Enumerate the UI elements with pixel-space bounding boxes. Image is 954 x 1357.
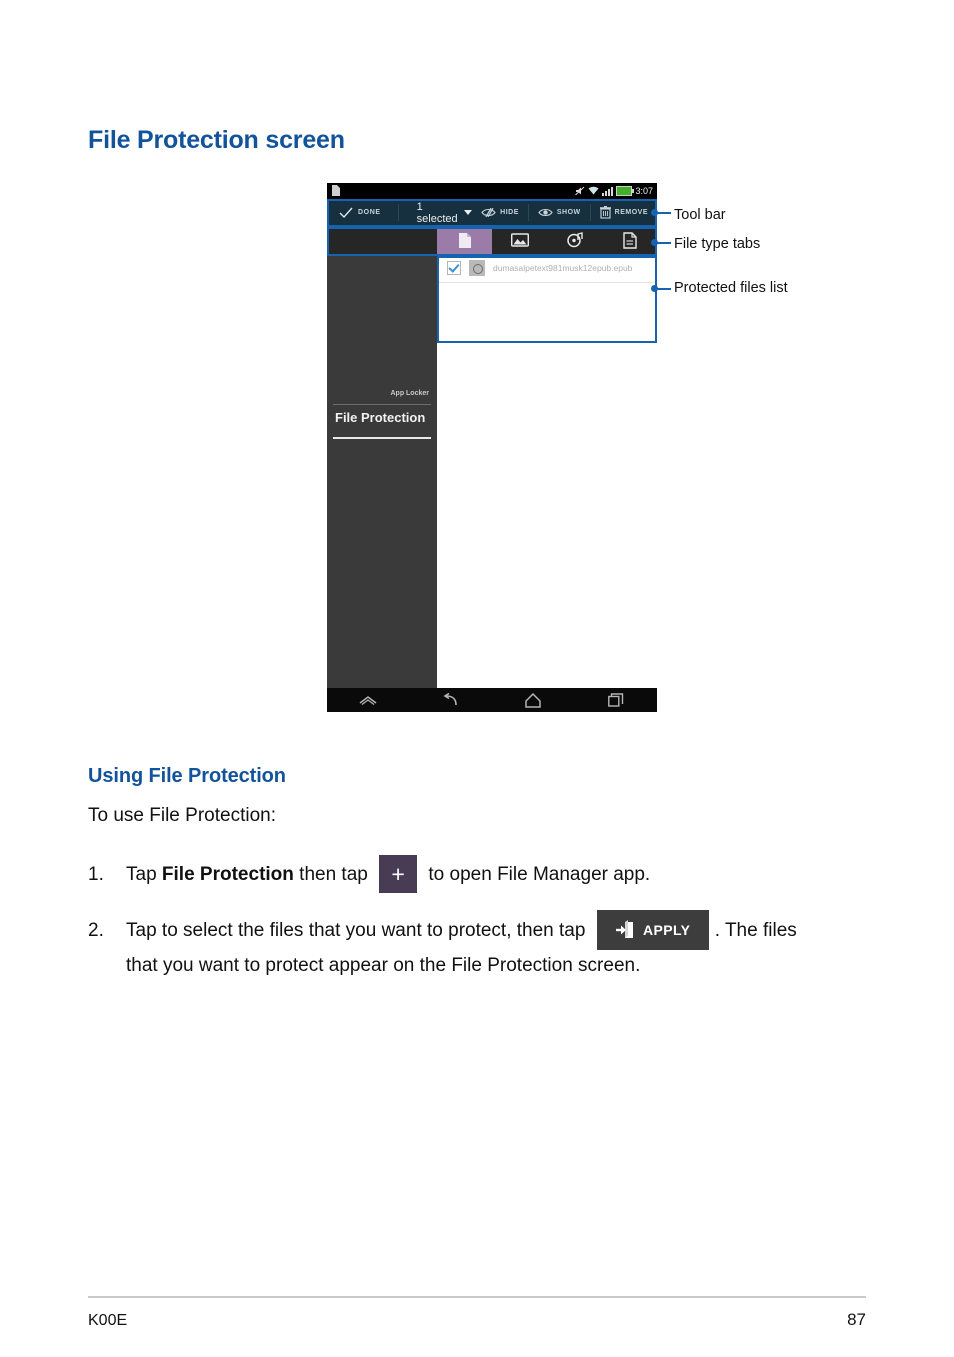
- step-2-text-before: Tap to select the files that you want to…: [126, 920, 591, 941]
- remove-label: REMOVE: [614, 209, 648, 216]
- home-button[interactable]: [492, 692, 575, 708]
- wifi-icon: [588, 186, 599, 195]
- tablet-toolbar: DONE 1 selected HIDE SHOW REMOVE: [327, 199, 657, 226]
- mute-icon: [575, 186, 585, 196]
- page-number: 87: [847, 1310, 866, 1329]
- back-icon: [443, 693, 457, 706]
- plus-icon[interactable]: +: [379, 854, 418, 893]
- annotation-protected-files-list: Protected files list: [674, 280, 788, 296]
- trash-icon: [599, 206, 611, 219]
- show-label: SHOW: [556, 209, 581, 216]
- footer-divider: [88, 1296, 866, 1298]
- eye-slash-icon: [481, 207, 496, 218]
- hide-label: HIDE: [500, 209, 519, 216]
- sidebar-item-app-locker[interactable]: App Locker: [390, 390, 429, 397]
- sidebar-divider: [333, 437, 431, 439]
- chevron-down-icon: [464, 210, 473, 215]
- document-icon: [458, 232, 471, 248]
- tabs-spacer: [327, 226, 437, 254]
- apply-arrow-icon: [616, 919, 634, 938]
- step-1-text-after: to open File Manager app.: [423, 864, 651, 885]
- step-1-text-mid: then tap: [293, 864, 374, 885]
- file-checkbox[interactable]: [447, 261, 461, 275]
- document-tab[interactable]: [437, 226, 492, 254]
- apply-label: APPLY: [643, 921, 691, 938]
- sidebar-divider: [333, 404, 431, 405]
- epub-file-icon: [469, 260, 485, 276]
- tablet-body: App Locker File Protection dumasalpetext…: [327, 254, 657, 688]
- music-icon: [566, 232, 583, 248]
- done-label: DONE: [358, 209, 381, 216]
- tablet-sidebar: App Locker File Protection: [327, 254, 437, 688]
- step-1-text-before: Tap: [126, 864, 162, 885]
- intro-text: To use File Protection:: [88, 805, 276, 826]
- step-2-line-2: that you want to protect appear on the F…: [126, 955, 641, 976]
- page-title: File Protection screen: [88, 126, 345, 154]
- file-tab[interactable]: [602, 226, 657, 254]
- status-bar-indicators: 3:07: [575, 184, 653, 198]
- leader-line-protected-files-list: [657, 288, 671, 290]
- annotation-tool-bar: Tool bar: [674, 207, 726, 223]
- file-type-tabs: [327, 226, 657, 254]
- eye-icon: [538, 208, 553, 217]
- step-1-bold: File Protection: [161, 864, 294, 885]
- step-1: 1. Tap File Protection then tap + to open…: [88, 852, 650, 898]
- toolbar-actions: HIDE SHOW REMOVE: [472, 199, 657, 226]
- step-2-text-after: . The files: [714, 920, 797, 941]
- back-button[interactable]: [410, 693, 493, 707]
- file-icon: [622, 231, 637, 249]
- apply-button-icon[interactable]: APPLY: [596, 909, 709, 950]
- tablet-status-bar: 3:07: [327, 183, 657, 199]
- section-title: Using File Protection: [88, 765, 286, 787]
- hide-nav-icon: [359, 696, 377, 705]
- tablet-screenshot: 3:07 DONE 1 selected HIDE SHOW REMOVE Ap…: [327, 183, 657, 712]
- selection-count-label: 1 selected: [416, 200, 458, 225]
- leader-dot-file-type-tabs: [651, 239, 658, 246]
- document-icon: [332, 185, 340, 196]
- hide-button[interactable]: HIDE: [472, 199, 528, 226]
- image-icon: [510, 233, 529, 247]
- leader-line-file-type-tabs: [657, 242, 671, 244]
- done-button[interactable]: DONE: [327, 207, 398, 219]
- selection-dropdown[interactable]: 1 selected: [399, 200, 473, 225]
- music-tab[interactable]: [547, 226, 602, 254]
- leader-dot-protected-files-list: [651, 285, 658, 292]
- image-tab[interactable]: [492, 226, 547, 254]
- file-name-label: dumasalpetext981musk12epub.epub: [493, 263, 633, 273]
- step-1-number: 1.: [88, 864, 104, 885]
- step-2: 2. Tap to select the files that you want …: [88, 908, 797, 954]
- protected-files-list: dumasalpetext981musk12epub.epub: [437, 254, 657, 688]
- leader-line-tool-bar: [657, 212, 671, 214]
- signal-icon: [602, 187, 614, 196]
- step-2-number: 2.: [88, 920, 104, 941]
- leader-dot-tool-bar: [651, 209, 658, 216]
- show-button[interactable]: SHOW: [529, 199, 590, 226]
- footer-model: K00E: [88, 1312, 128, 1329]
- recents-icon: [607, 693, 623, 707]
- home-icon: [525, 692, 541, 708]
- status-bar-time: 3:07: [635, 186, 653, 196]
- document-page: File Protection screen 3:07 DONE 1 selec…: [0, 0, 954, 1357]
- remove-button[interactable]: REMOVE: [591, 199, 657, 226]
- recents-button[interactable]: [575, 693, 658, 707]
- hide-nav-button[interactable]: [327, 694, 410, 706]
- sidebar-item-file-protection[interactable]: File Protection: [335, 410, 425, 425]
- annotation-file-type-tabs: File type tabs: [674, 236, 761, 252]
- battery-icon: [616, 186, 635, 196]
- check-icon: [339, 207, 353, 218]
- list-item[interactable]: dumasalpetext981musk12epub.epub: [437, 254, 657, 283]
- tablet-navigation-bar: [327, 688, 657, 712]
